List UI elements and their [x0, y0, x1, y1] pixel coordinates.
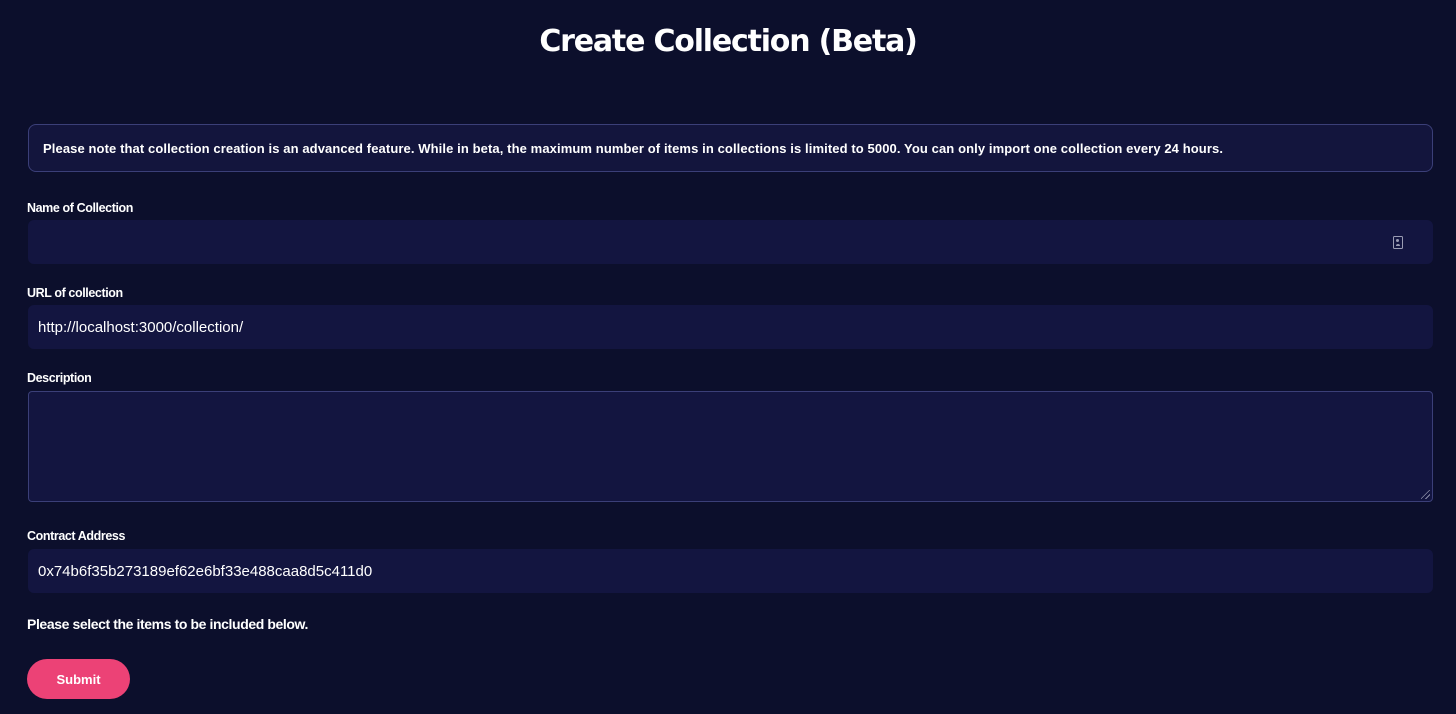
contract-address-label: Contract Address [27, 529, 126, 543]
submit-button[interactable]: Submit [27, 659, 130, 699]
description-label: Description [27, 371, 92, 385]
select-items-instruction: Please select the items to be included b… [27, 616, 309, 632]
collection-url-value: http://localhost:3000/collection/ [38, 318, 244, 336]
collection-name-label: Name of Collection [27, 201, 134, 215]
beta-notice: Please note that collection creation is … [28, 124, 1433, 172]
description-textarea[interactable] [28, 391, 1433, 502]
contract-address-input[interactable]: 0x74b6f35b273189ef62e6bf33e488caa8d5c411… [28, 549, 1433, 593]
resize-handle-icon[interactable] [1421, 490, 1430, 499]
collection-url-label: URL of collection [27, 286, 123, 300]
beta-notice-text: Please note that collection creation is … [43, 140, 1224, 156]
collection-url-input[interactable]: http://localhost:3000/collection/ [28, 305, 1433, 349]
contract-address-value: 0x74b6f35b273189ef62e6bf33e488caa8d5c411… [38, 562, 373, 580]
contact-card-icon[interactable] [1393, 236, 1403, 249]
page-title: Create Collection (Beta) [539, 24, 918, 59]
collection-name-input[interactable] [28, 220, 1433, 264]
